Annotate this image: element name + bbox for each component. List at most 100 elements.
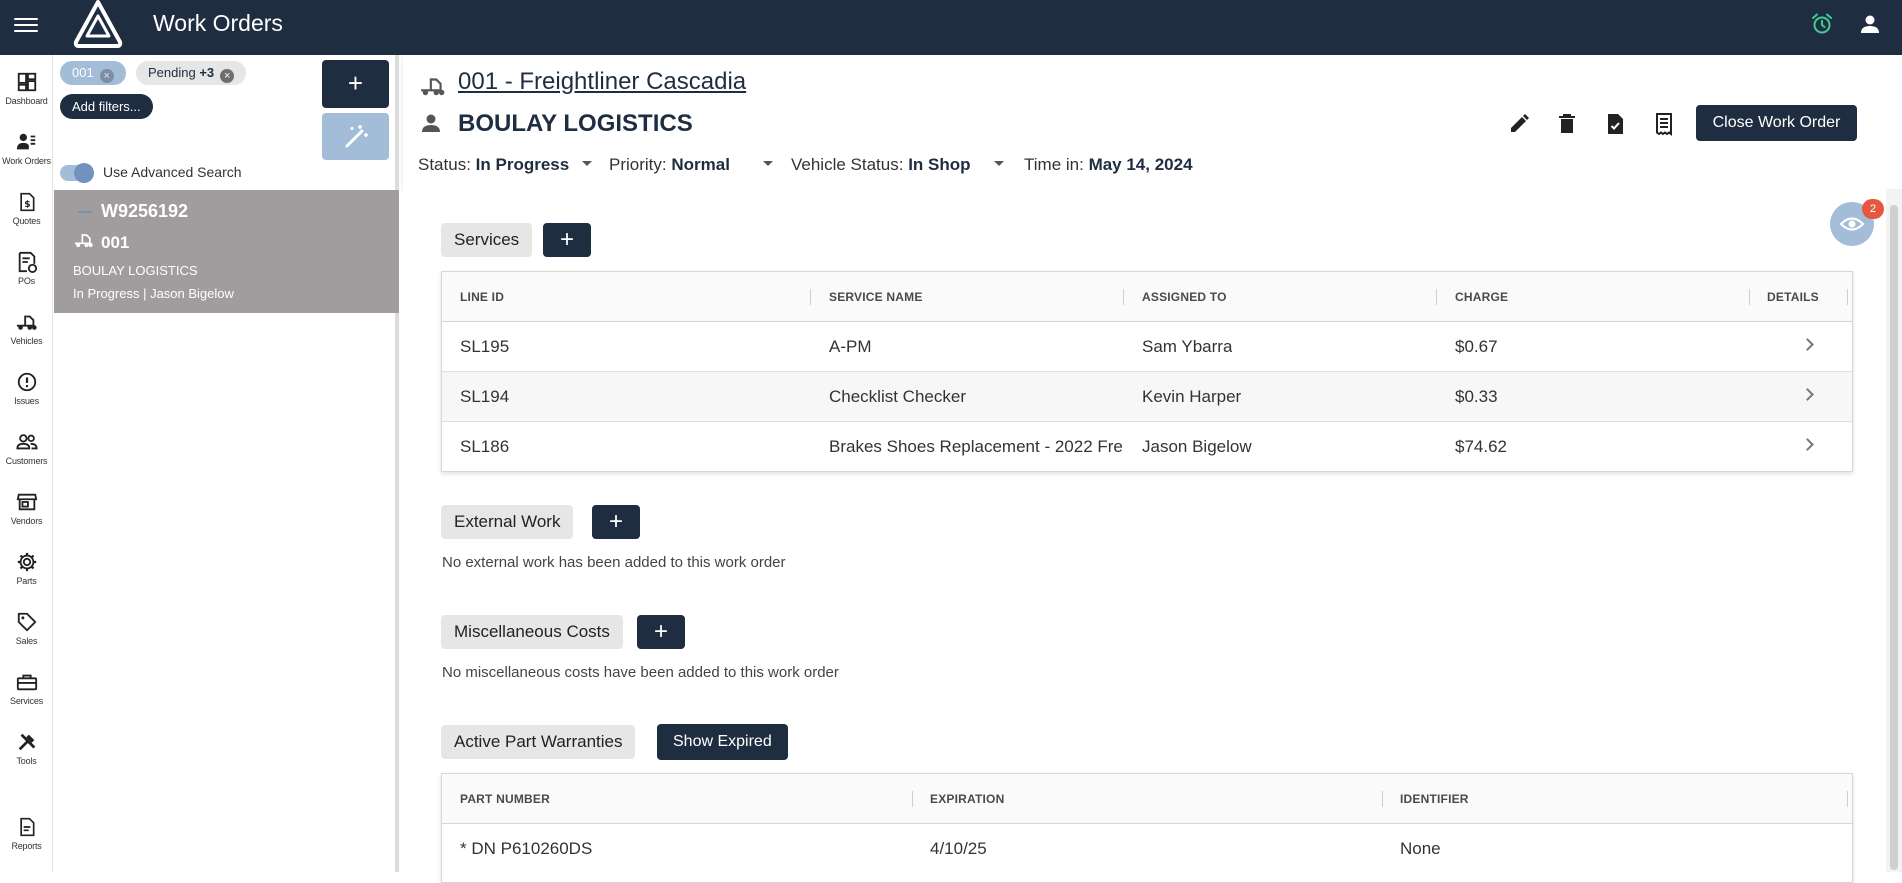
nav-item-issues[interactable]: Issues	[0, 371, 53, 406]
add-service-button[interactable]: +	[543, 223, 591, 257]
line-id-cell: SL194	[460, 387, 510, 406]
services-section-label: Services	[441, 223, 533, 257]
show-expired-button[interactable]: Show Expired	[657, 724, 788, 760]
people-icon	[15, 434, 38, 450]
services-table: LINE ID SERVICE NAME ASSIGNED TO CHARGE …	[441, 271, 1853, 472]
filter-chip-pending[interactable]: Pending +3 ×	[136, 61, 247, 85]
add-work-order-button[interactable]: +	[322, 60, 389, 108]
column-header-details[interactable]: DETAILS	[1767, 272, 1819, 322]
notification-count-badge: 2	[1862, 199, 1884, 219]
nav-item-customers[interactable]: Customers	[0, 431, 53, 466]
status-dropdown-icon[interactable]	[582, 161, 592, 166]
charge-cell: $0.67	[1455, 337, 1498, 356]
identifier-cell: None	[1400, 839, 1441, 858]
chevron-right-icon[interactable]	[1801, 388, 1814, 401]
time-in-value: May 14, 2024	[1088, 155, 1193, 174]
filter-chip-001[interactable]: 001 ×	[60, 61, 126, 85]
alarm-clock-icon[interactable]	[1810, 12, 1834, 36]
table-row[interactable]: SL195 A-PM Sam Ybarra $0.67	[442, 322, 1852, 372]
customer-name: BOULAY LOGISTICS	[73, 263, 198, 278]
nav-label: Quotes	[12, 216, 41, 226]
triangle-logo-icon[interactable]	[70, 0, 126, 52]
nav-label: Sales	[15, 636, 38, 646]
advanced-search-label: Use Advanced Search	[103, 164, 242, 180]
tools-icon	[18, 733, 35, 751]
scrollbar-thumb[interactable]	[1890, 205, 1898, 870]
hamburger-menu-icon[interactable]	[14, 14, 38, 38]
warranties-table: PART NUMBER EXPIRATION IDENTIFIER * DN P…	[441, 773, 1853, 883]
document-check-icon[interactable]	[1603, 112, 1627, 136]
nav-label: Services	[10, 696, 43, 706]
quote-icon: $	[19, 192, 34, 212]
service-name-cell: Brakes Shoes Replacement - 2022 Fre	[829, 437, 1123, 456]
report-icon	[19, 817, 34, 837]
assigned-to-cell: Jason Bigelow	[1142, 437, 1252, 456]
vehicle-link[interactable]: 001 - Freightliner Cascadia	[458, 68, 746, 96]
vehicle-status-value: In Shop	[908, 155, 971, 174]
nav-item-sales[interactable]: Sales	[0, 611, 53, 646]
edit-icon[interactable]	[1507, 112, 1531, 136]
chevron-right-icon[interactable]	[1801, 438, 1814, 451]
priority-dropdown-icon[interactable]	[763, 161, 773, 166]
time-in-field: Time in: May 14, 2024	[1024, 155, 1193, 175]
chevron-right-icon[interactable]	[1801, 338, 1814, 351]
add-filters-button[interactable]: Add filters...	[60, 94, 153, 119]
chip-remove-icon[interactable]: ×	[220, 69, 235, 83]
nav-item-vendors[interactable]: Vendors	[0, 491, 53, 526]
work-order-list-item[interactable]: W9256192 001 BOULAY LOGISTICS In Progres…	[54, 190, 399, 313]
nav-label: Dashboard	[5, 96, 48, 106]
table-row[interactable]: * DN P610260DS 4/10/25 None	[442, 824, 1852, 874]
vehicle-status-field[interactable]: Vehicle Status: In Shop	[791, 155, 971, 175]
warranties-table-header: PART NUMBER EXPIRATION IDENTIFIER	[442, 774, 1852, 824]
watchers-button[interactable]: 2	[1830, 199, 1884, 248]
advanced-search-toggle[interactable]	[60, 163, 94, 183]
column-header-charge[interactable]: CHARGE	[1455, 272, 1508, 322]
content-scrollbar[interactable]	[1886, 189, 1902, 872]
add-external-work-button[interactable]: +	[592, 505, 640, 539]
account-icon[interactable]	[1858, 12, 1882, 36]
purchase-order-icon	[18, 251, 37, 273]
column-header-line-id[interactable]: LINE ID	[460, 272, 504, 322]
nav-item-services[interactable]: Services	[0, 671, 53, 706]
column-header-expiration[interactable]: EXPIRATION	[930, 774, 1004, 824]
nav-item-pos[interactable]: POs	[0, 251, 53, 286]
status-value: In Progress	[475, 155, 570, 174]
line-id-cell: SL186	[460, 437, 510, 456]
chip-remove-icon[interactable]: ×	[99, 69, 114, 83]
column-header-identifier[interactable]: IDENTIFIER	[1400, 774, 1469, 824]
storefront-icon	[16, 493, 37, 511]
column-header-part-number[interactable]: PART NUMBER	[460, 774, 550, 824]
nav-label: Customers	[5, 456, 48, 466]
nav-label: Reports	[11, 841, 42, 851]
plus-icon: +	[559, 226, 574, 253]
customer-name: BOULAY LOGISTICS	[458, 110, 693, 137]
table-row[interactable]: SL194 Checklist Checker Kevin Harper $0.…	[442, 372, 1852, 422]
external-work-section-label: External Work	[441, 505, 574, 539]
priority-field[interactable]: Priority: Normal	[609, 155, 730, 175]
nav-item-quotes[interactable]: $ Quotes	[0, 191, 53, 226]
add-misc-cost-button[interactable]: +	[637, 615, 685, 649]
table-row[interactable]: SL186 Brakes Shoes Replacement - 2022 Fr…	[442, 422, 1852, 472]
svg-text:$: $	[24, 199, 30, 210]
vehicle-status-dropdown-icon[interactable]	[994, 161, 1004, 166]
nav-item-dashboard[interactable]: Dashboard	[0, 71, 53, 106]
nav-item-tools[interactable]: Tools	[0, 731, 53, 766]
person-icon	[422, 114, 440, 132]
nav-item-vehicles[interactable]: Vehicles	[0, 311, 53, 346]
app-title: Work Orders	[153, 10, 283, 36]
vehicle-status-label: Vehicle Status:	[791, 155, 904, 174]
delete-icon[interactable]	[1555, 112, 1579, 136]
column-header-service-name[interactable]: SERVICE NAME	[829, 272, 923, 322]
assigned-to-cell: Sam Ybarra	[1142, 337, 1233, 356]
misc-costs-empty-message: No miscellaneous costs have been added t…	[442, 664, 839, 681]
work-order-content: Services + LINE ID SERVICE NAME ASSIGNED…	[403, 189, 1902, 883]
nav-item-work-orders[interactable]: Work Orders	[0, 131, 53, 166]
receipt-icon[interactable]	[1652, 112, 1676, 136]
close-work-order-button[interactable]: Close Work Order	[1696, 105, 1857, 141]
nav-item-parts[interactable]: Parts	[0, 551, 53, 586]
status-field[interactable]: Status: In Progress	[418, 155, 569, 175]
magic-wand-button[interactable]	[322, 113, 389, 160]
column-header-assigned-to[interactable]: ASSIGNED TO	[1142, 272, 1227, 322]
plus-icon: +	[608, 508, 623, 535]
nav-item-reports[interactable]: Reports	[0, 816, 53, 851]
